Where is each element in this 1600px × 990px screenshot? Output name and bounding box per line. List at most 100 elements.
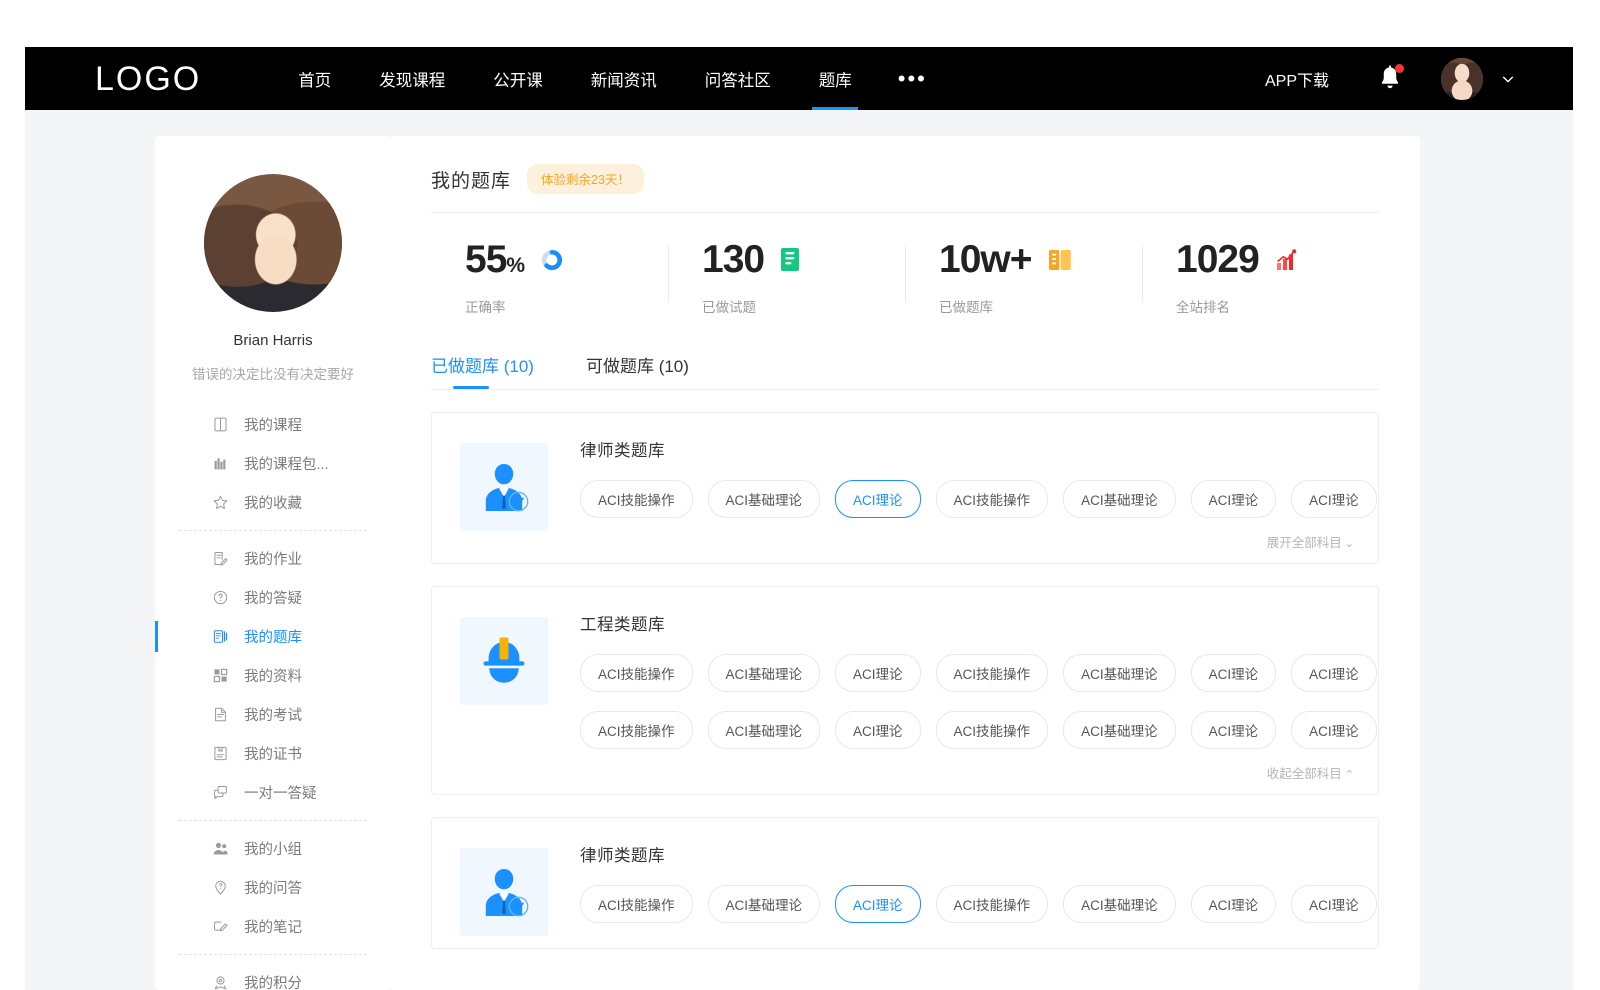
group-icon xyxy=(212,840,229,857)
stat-label: 全站排名 xyxy=(1176,296,1379,316)
sidebar-item-9[interactable]: 我的证书 xyxy=(155,734,391,773)
toggle-all-subjects-link[interactable]: 展开全部科目⌄ xyxy=(580,532,1354,551)
question-bank-list: 律师类题库 ACI技能操作 ACI基础理论 ACI理论 ACI技能操作 ACI基础理论 AC… xyxy=(431,412,1379,949)
question-bank-card[interactable]: 律师类题库ACI技能操作ACI基础理论ACI理论ACI技能操作ACI基础理论AC… xyxy=(431,412,1379,564)
notification-bell-button[interactable] xyxy=(1377,65,1403,93)
stat-card-3: 10w+ 已做题库 xyxy=(905,240,1142,316)
profile-name: Brian Harris xyxy=(155,332,391,349)
sidebar-item-8[interactable]: 我的考试 xyxy=(155,695,391,734)
question-bank-card[interactable]: 工程类题库 ACI技能操作 ACI基础理论 ACI理论 ACI技能操作 ACI基础理论 AC… xyxy=(431,586,1379,795)
bank-thumbnail xyxy=(460,848,548,936)
stat-icon xyxy=(780,247,804,273)
question-circle-icon xyxy=(212,589,229,606)
stat-value-row: 10w+ xyxy=(939,240,1142,279)
nav-link-2[interactable]: 发现课程 xyxy=(379,47,445,110)
subject-tag[interactable]: ACI技能操作 xyxy=(936,885,1049,923)
subject-tag[interactable]: ACI技能操作 xyxy=(580,885,693,923)
stat-icon xyxy=(1048,247,1072,273)
subject-tag[interactable]: ACI技能操作 xyxy=(580,654,693,692)
panel-header: 我的题库 体验剩余23天！ xyxy=(390,136,1420,194)
nav-link-1[interactable]: 首页 xyxy=(298,47,331,110)
stat-icon xyxy=(1275,247,1299,273)
qa-location-icon xyxy=(212,879,229,896)
subject-tag[interactable]: ACI基础理论 xyxy=(708,480,821,518)
subject-tag[interactable]: ACI理论 xyxy=(1291,711,1377,749)
sidebar-item-2[interactable]: 我的课程包... xyxy=(155,444,391,483)
subject-tag[interactable]: ACI技能操作 xyxy=(580,480,693,518)
star-icon xyxy=(212,494,229,511)
subject-tag[interactable]: ACI基础理论 xyxy=(708,885,821,923)
bank-body: 律师类题库ACI技能操作ACI基础理论ACI理论ACI技能操作ACI基础理论AC… xyxy=(548,435,1354,551)
subject-tag[interactable]: ACI基础理论 xyxy=(1063,480,1176,518)
sidebar-item-1[interactable]: 我的课程 xyxy=(155,405,391,444)
subject-tag[interactable]: ACI理论 xyxy=(835,885,921,923)
toggle-all-subjects-link[interactable]: 收起全部科目⌃ xyxy=(580,763,1354,782)
subject-tag[interactable]: ACI理论 xyxy=(1291,885,1377,923)
subject-tag[interactable]: ACI理论 xyxy=(1291,654,1377,692)
user-avatar[interactable] xyxy=(1441,58,1483,100)
subject-tag[interactable]: ACI理论 xyxy=(1191,480,1277,518)
nav-link-4[interactable]: 新闻资讯 xyxy=(591,47,657,110)
subject-tag[interactable]: ACI理论 xyxy=(835,480,921,518)
subject-tag[interactable]: ACI技能操作 xyxy=(936,480,1049,518)
bookshelf-icon xyxy=(212,455,229,472)
stat-value-row: 1029 xyxy=(1176,240,1379,279)
subject-tag[interactable]: ACI理论 xyxy=(1291,480,1377,518)
subject-tag[interactable]: ACI基础理论 xyxy=(1063,711,1176,749)
chat-bubbles-icon xyxy=(212,784,229,801)
subject-tag[interactable]: ACI技能操作 xyxy=(580,711,693,749)
sidebar-item-label: 我的课程包... xyxy=(244,453,329,474)
tab-1[interactable]: 已做题库 (10) xyxy=(431,352,534,389)
avatar-image xyxy=(1441,58,1483,100)
sidebar-item-3[interactable]: 我的收藏 xyxy=(155,483,391,522)
sidebar-item-10[interactable]: 一对一答疑 xyxy=(155,773,391,812)
stat-label: 已做试题 xyxy=(702,296,905,316)
bank-title: 律师类题库 xyxy=(580,842,1354,866)
stat-label: 正确率 xyxy=(465,296,668,316)
subject-tag[interactable]: ACI基础理论 xyxy=(708,711,821,749)
question-bank-icon xyxy=(212,628,229,645)
star-icon xyxy=(212,494,229,511)
nav-link-5[interactable]: 问答社区 xyxy=(705,47,771,110)
sidebar-item-6[interactable]: 我的题库 xyxy=(155,617,391,656)
sidebar-item-12[interactable]: 我的问答 xyxy=(155,868,391,907)
nav-more-icon[interactable]: ••• xyxy=(898,72,927,85)
subject-tag[interactable]: ACI理论 xyxy=(1191,711,1277,749)
points-icon xyxy=(212,974,229,990)
chevron-down-icon[interactable] xyxy=(1501,72,1515,86)
sidebar-item-14[interactable]: 我的积分 xyxy=(155,963,391,990)
sidebar-item-13[interactable]: 我的笔记 xyxy=(155,907,391,946)
stat-value-row: 55% xyxy=(465,240,668,279)
subject-tag[interactable]: ACI基础理论 xyxy=(1063,654,1176,692)
app-download-link[interactable]: APP下载 xyxy=(1265,67,1329,91)
stat-number: 10w+ xyxy=(939,238,1032,281)
sidebar-item-4[interactable]: 我的作业 xyxy=(155,539,391,578)
toggle-label: 收起全部科目 xyxy=(1267,767,1342,781)
bank-thumbnail xyxy=(460,617,548,705)
stat-unit: % xyxy=(506,254,524,277)
bank-body: 工程类题库 ACI技能操作 ACI基础理论 ACI理论 ACI技能操作 ACI基础理论 AC… xyxy=(548,609,1354,782)
site-logo[interactable]: LOGO xyxy=(95,62,201,96)
sidebar-item-11[interactable]: 我的小组 xyxy=(155,829,391,868)
subject-tag[interactable]: ACI理论 xyxy=(835,711,921,749)
subject-tag[interactable]: ACI理论 xyxy=(835,654,921,692)
subject-tag[interactable]: ACI基础理论 xyxy=(1063,885,1176,923)
nav-link-6[interactable]: 题库 xyxy=(819,47,852,110)
subject-tag[interactable]: ACI技能操作 xyxy=(936,711,1049,749)
subject-tag[interactable]: ACI理论 xyxy=(1191,885,1277,923)
sidebar-item-7[interactable]: 我的资料 xyxy=(155,656,391,695)
stat-number: 55 xyxy=(465,238,506,281)
subject-tag[interactable]: ACI理论 xyxy=(1191,654,1277,692)
sidebar-item-label: 我的笔记 xyxy=(244,916,302,937)
profile-avatar[interactable] xyxy=(204,174,342,312)
bank-title: 工程类题库 xyxy=(580,611,1354,635)
stat-value: 10w+ xyxy=(939,240,1032,279)
certificate-icon xyxy=(212,745,229,762)
nav-right-group: APP下载 xyxy=(1265,58,1515,100)
sidebar-item-5[interactable]: 我的答疑 xyxy=(155,578,391,617)
subject-tag[interactable]: ACI技能操作 xyxy=(936,654,1049,692)
tab-2[interactable]: 可做题库 (10) xyxy=(586,352,689,389)
question-bank-card[interactable]: 律师类题库 ACI技能操作 ACI基础理论 ACI理论 ACI技能操作 ACI基础理论 AC… xyxy=(431,817,1379,949)
nav-link-3[interactable]: 公开课 xyxy=(493,47,543,110)
subject-tag[interactable]: ACI基础理论 xyxy=(708,654,821,692)
